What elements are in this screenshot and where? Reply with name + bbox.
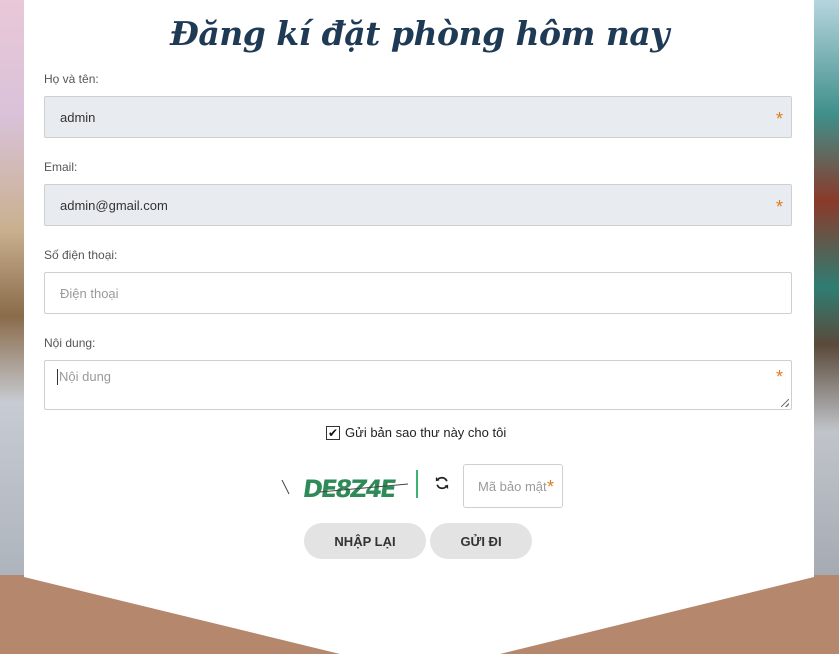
email-label: Email: (44, 160, 78, 174)
content-textarea[interactable]: Nội dung * (44, 360, 792, 410)
submit-button[interactable]: GỬI ĐI (430, 523, 532, 559)
page-title: Đăng kí đặt phòng hôm nay (170, 14, 669, 53)
background-right-photo (813, 0, 839, 575)
name-value: admin (60, 109, 96, 125)
captcha-placeholder: Mã bảo mật (478, 478, 547, 494)
name-label: Họ và tên: (44, 72, 99, 86)
resize-handle-icon[interactable] (781, 399, 789, 407)
name-field[interactable]: admin * (44, 96, 792, 138)
reset-button[interactable]: NHẬP LẠI (304, 523, 426, 559)
bottom-white-chevron (24, 575, 814, 654)
phone-field[interactable]: Điện thoại (44, 272, 792, 314)
captcha-image: DE8Z4E (281, 470, 418, 502)
required-mark: * (775, 109, 783, 129)
copy-checkbox-row[interactable]: ✔ Gửi bản sao thư này cho tôi (326, 425, 506, 440)
email-value: admin@gmail.com (60, 197, 168, 213)
email-field[interactable]: admin@gmail.com * (44, 184, 792, 226)
phone-label: Số điện thoại: (44, 248, 118, 262)
text-cursor (57, 369, 58, 385)
checkbox-checked-icon[interactable]: ✔ (326, 425, 340, 440)
content-label: Nội dung: (44, 336, 96, 350)
background-left-photo (0, 0, 26, 575)
content-placeholder: Nội dung (59, 369, 112, 384)
required-mark: * (775, 197, 783, 217)
captcha-text: DE8Z4E (301, 475, 397, 502)
required-mark: * (546, 477, 554, 497)
copy-checkbox-label: Gửi bản sao thư này cho tôi (345, 425, 507, 440)
phone-placeholder: Điện thoại (60, 285, 119, 301)
captcha-input[interactable]: Mã bảo mật * (463, 464, 563, 508)
refresh-icon[interactable] (435, 476, 449, 495)
required-mark: * (775, 367, 783, 387)
